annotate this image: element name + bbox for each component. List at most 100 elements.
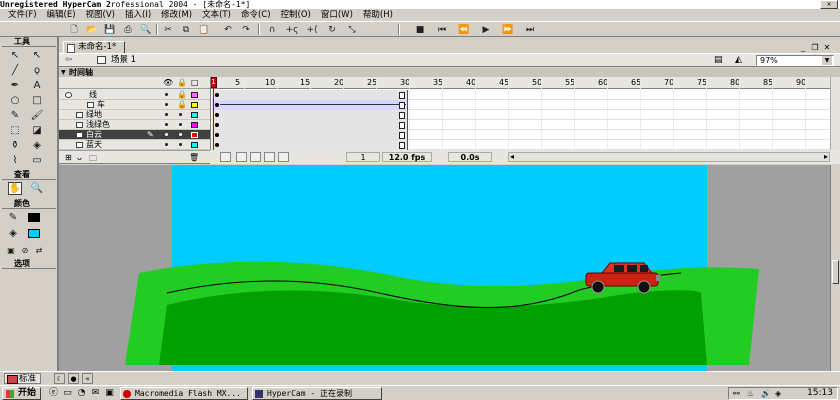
arrow-tool-icon[interactable]: ↖: [8, 49, 22, 62]
save-icon[interactable]: 💾: [104, 24, 116, 35]
frame-span[interactable]: [212, 140, 408, 150]
stop-icon[interactable]: ■: [414, 24, 426, 35]
eraser-tool-icon[interactable]: ▭: [30, 154, 44, 167]
playhead-marker[interactable]: 1: [211, 77, 217, 88]
scale-icon[interactable]: ⤡: [346, 24, 358, 35]
lock-dot[interactable]: [179, 113, 182, 116]
layer-row[interactable]: 绿地: [59, 110, 210, 120]
text-tool-icon[interactable]: A: [30, 79, 44, 92]
no-color-icon[interactable]: ⊘: [18, 244, 32, 257]
lock-dot[interactable]: [179, 133, 182, 136]
layer-row[interactable]: 浅绿色: [59, 120, 210, 130]
outline-color-box[interactable]: [191, 112, 198, 118]
line-tool-icon[interactable]: ╱: [8, 64, 22, 77]
menu-text[interactable]: 文本(T): [197, 9, 236, 21]
fill-transform-tool-icon[interactable]: ◪: [30, 124, 44, 137]
cut-icon[interactable]: ✂: [162, 24, 174, 35]
trash-icon[interactable]: 🗑: [189, 153, 199, 162]
stage-pasteboard[interactable]: [59, 165, 830, 371]
quick-launch-icon[interactable]: ▣: [104, 388, 115, 399]
timeline-title[interactable]: 时间轴: [59, 68, 840, 77]
menu-modify[interactable]: 修改(M): [156, 9, 197, 21]
rotate-icon[interactable]: ↻: [326, 24, 338, 35]
media-icon[interactable]: ◔: [76, 388, 87, 399]
eye-icon[interactable]: 👁: [163, 78, 173, 87]
print-preview-icon[interactable]: 🔍: [140, 24, 152, 35]
start-button[interactable]: 开始: [2, 387, 42, 400]
hand-tool-icon[interactable]: ✋: [8, 182, 22, 195]
rewind-small-icon[interactable]: «: [82, 373, 93, 384]
subselect-tool-icon[interactable]: ↖: [30, 49, 44, 62]
brush-tool-icon[interactable]: 🖌: [30, 109, 44, 122]
snap-magnet-icon[interactable]: ∩: [266, 24, 278, 35]
frame-span[interactable]: [212, 120, 408, 130]
outline-color-box[interactable]: [191, 132, 198, 138]
outline-color-box[interactable]: [191, 102, 198, 108]
stage-vertical-scrollbar[interactable]: [830, 165, 840, 371]
zoom-tool-icon[interactable]: 🔍: [30, 182, 44, 195]
document-tab[interactable]: 未命名-1*: [63, 41, 126, 53]
frame-grid[interactable]: 5 10 15 20 25 30 35 40 45 50 55 60 65 70…: [210, 77, 830, 150]
frame-span[interactable]: [212, 110, 408, 120]
modify-onion-markers-icon[interactable]: [278, 152, 289, 162]
window-close-button[interactable]: ✕: [820, 0, 838, 9]
paint-bucket-tool-icon[interactable]: ◈: [30, 139, 44, 152]
zoom-select[interactable]: 97% ▼: [756, 55, 834, 66]
menu-edit[interactable]: 编辑(E): [42, 9, 81, 21]
free-transform-tool-icon[interactable]: ⬚: [8, 124, 22, 137]
record-icon[interactable]: ●: [68, 373, 79, 384]
copy-icon[interactable]: ⧉: [180, 24, 192, 35]
play-icon[interactable]: ▶: [480, 24, 492, 35]
center-frame-icon[interactable]: [220, 152, 231, 162]
lock-dot[interactable]: [179, 143, 182, 146]
straighten-icon[interactable]: +⟨: [306, 24, 318, 35]
mail-icon[interactable]: ✉: [90, 388, 101, 399]
open-folder-icon[interactable]: 📂: [86, 24, 98, 35]
add-guide-layer-icon[interactable]: ᴗ: [77, 153, 82, 162]
chevron-down-icon[interactable]: ▼: [822, 56, 832, 65]
frame-span[interactable]: [212, 130, 408, 140]
taskbar-flash-button[interactable]: Macromedia Flash MX...: [120, 387, 248, 400]
lock-dot[interactable]: [179, 123, 182, 126]
frame-row[interactable]: [211, 100, 830, 110]
paste-icon[interactable]: 📋: [198, 24, 210, 35]
visibility-dot[interactable]: [165, 113, 168, 116]
fill-color-swatch[interactable]: [28, 229, 40, 238]
moon-icon[interactable]: ☾: [54, 373, 65, 384]
menu-commands[interactable]: 命令(C): [236, 9, 276, 21]
layer-row[interactable]: 蓝天: [59, 140, 210, 150]
rectangle-tool-icon[interactable]: □: [30, 94, 44, 107]
playhead[interactable]: 1: [211, 77, 217, 150]
eyedropper-tool-icon[interactable]: ⌇: [8, 154, 22, 167]
ink-bottle-tool-icon[interactable]: ⚱: [8, 139, 22, 152]
frame-row[interactable]: [211, 140, 830, 150]
frame-span[interactable]: [212, 90, 408, 100]
outline-color-box[interactable]: [191, 122, 198, 128]
layer-row[interactable]: 车 🔒: [59, 100, 210, 110]
motion-tween-span[interactable]: [212, 100, 408, 110]
layer-row[interactable]: 线 🔒: [59, 90, 210, 100]
edit-symbols-icon[interactable]: ▤: [714, 55, 723, 65]
lock-icon[interactable]: 🔒: [177, 90, 187, 100]
menu-file[interactable]: 文件(F): [3, 9, 42, 21]
minimize-icon[interactable]: _: [798, 43, 808, 52]
ie-icon[interactable]: ⓔ: [48, 388, 59, 399]
lock-icon[interactable]: 🔒: [177, 78, 187, 87]
timeline-horizontal-scrollbar[interactable]: [508, 152, 830, 162]
visibility-dot[interactable]: [165, 123, 168, 126]
frame-row[interactable]: [211, 90, 830, 100]
new-file-icon[interactable]: 🗋: [68, 24, 80, 35]
pencil-tool-icon[interactable]: ✎: [8, 109, 22, 122]
taskbar-hypercam-button[interactable]: HyperCam - 正在录制: [252, 387, 382, 400]
step-forward-icon[interactable]: ⏩: [502, 24, 514, 35]
undo-icon[interactable]: ↶: [222, 24, 234, 35]
oval-tool-icon[interactable]: ○: [8, 94, 22, 107]
redo-icon[interactable]: ↷: [240, 24, 252, 35]
menu-view[interactable]: 视图(V): [81, 9, 120, 21]
stage-canvas[interactable]: [59, 165, 830, 371]
layer-row-selected[interactable]: 白云 ✎: [59, 130, 210, 140]
insert-layer-icon[interactable]: ⊞: [65, 153, 72, 162]
close-icon[interactable]: ✕: [822, 43, 832, 52]
step-back-icon[interactable]: ⏪: [458, 24, 470, 35]
onion-skin-outlines-icon[interactable]: [250, 152, 261, 162]
